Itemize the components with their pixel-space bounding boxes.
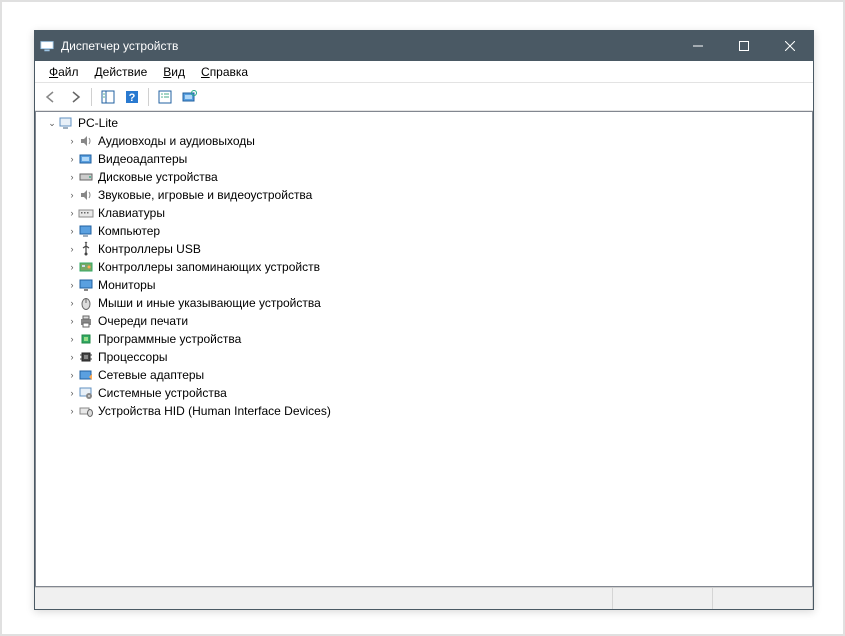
tree-category[interactable]: › Процессоры xyxy=(40,348,812,366)
chevron-right-icon[interactable]: › xyxy=(66,154,78,164)
storage-controller-icon xyxy=(78,259,94,275)
titlebar[interactable]: Диспетчер устройств xyxy=(35,31,813,61)
tree-category-label: Мыши и иные указывающие устройства xyxy=(98,296,321,310)
tree-category[interactable]: › Устройства HID (Human Interface Devices… xyxy=(40,402,812,420)
chevron-right-icon[interactable]: › xyxy=(66,388,78,398)
chevron-right-icon[interactable]: › xyxy=(66,406,78,416)
svg-text:?: ? xyxy=(129,92,136,104)
minimize-button[interactable] xyxy=(675,31,721,61)
pc-icon xyxy=(78,223,94,239)
tree-root-label: PC-Lite xyxy=(78,116,118,130)
device-manager-window: Диспетчер устройств Файл Действие Вид Сп… xyxy=(34,30,814,610)
chevron-right-icon[interactable]: › xyxy=(66,370,78,380)
chevron-right-icon[interactable]: › xyxy=(66,280,78,290)
status-cell xyxy=(713,588,813,609)
tree-category[interactable]: › Системные устройства xyxy=(40,384,812,402)
tree-category-label: Системные устройства xyxy=(98,386,227,400)
chevron-right-icon[interactable]: › xyxy=(66,172,78,182)
toolbar: ? xyxy=(35,83,813,111)
tree-category[interactable]: › Видеоадаптеры xyxy=(40,150,812,168)
chevron-right-icon[interactable]: › xyxy=(66,316,78,326)
tree-category-label: Звуковые, игровые и видеоустройства xyxy=(98,188,312,202)
tree-category-label: Сетевые адаптеры xyxy=(98,368,204,382)
show-hide-tree-button[interactable] xyxy=(96,86,120,108)
tree-category-label: Устройства HID (Human Interface Devices) xyxy=(98,404,331,418)
scan-hardware-button[interactable] xyxy=(177,86,201,108)
display-adapter-icon xyxy=(78,151,94,167)
tree-category[interactable]: › Контроллеры запоминающих устройств xyxy=(40,258,812,276)
cpu-icon xyxy=(78,349,94,365)
usb-icon xyxy=(78,241,94,257)
tree-category-label: Мониторы xyxy=(98,278,155,292)
menu-file[interactable]: Файл xyxy=(41,63,87,81)
tree-category[interactable]: › Очереди печати xyxy=(40,312,812,330)
back-button[interactable] xyxy=(39,86,63,108)
mouse-icon xyxy=(78,295,94,311)
toolbar-separator xyxy=(91,88,92,106)
menu-action[interactable]: Действие xyxy=(87,63,156,81)
tree-root[interactable]: ⌄ PC-Lite xyxy=(40,114,812,132)
device-tree: ⌄PC-Lite›Аудиовходы и аудиовыходы›Видеоа… xyxy=(36,112,812,422)
tree-category-label: Аудиовходы и аудиовыходы xyxy=(98,134,255,148)
tree-category[interactable]: › Компьютер xyxy=(40,222,812,240)
monitor-icon xyxy=(78,277,94,293)
tree-category-label: Очереди печати xyxy=(98,314,188,328)
status-cell xyxy=(35,588,613,609)
chevron-right-icon[interactable]: › xyxy=(66,208,78,218)
statusbar xyxy=(35,587,813,609)
tree-category[interactable]: › Контроллеры USB xyxy=(40,240,812,258)
chevron-right-icon[interactable]: › xyxy=(66,244,78,254)
network-icon xyxy=(78,367,94,383)
tree-category[interactable]: › Мониторы xyxy=(40,276,812,294)
app-icon xyxy=(35,39,59,53)
computer-icon xyxy=(58,115,74,131)
status-cell xyxy=(613,588,713,609)
menu-help[interactable]: Справка xyxy=(193,63,256,81)
chevron-down-icon[interactable]: ⌄ xyxy=(46,118,58,129)
sound-icon xyxy=(78,187,94,203)
chevron-right-icon[interactable]: › xyxy=(66,298,78,308)
tree-category-label: Процессоры xyxy=(98,350,168,364)
properties-button[interactable] xyxy=(153,86,177,108)
tree-category[interactable]: › Аудиовходы и аудиовыходы xyxy=(40,132,812,150)
tree-category-label: Контроллеры запоминающих устройств xyxy=(98,260,320,274)
menu-view[interactable]: Вид xyxy=(155,63,193,81)
toolbar-separator xyxy=(148,88,149,106)
chevron-right-icon[interactable]: › xyxy=(66,262,78,272)
chevron-right-icon[interactable]: › xyxy=(66,334,78,344)
audio-icon xyxy=(78,133,94,149)
tree-category-label: Видеоадаптеры xyxy=(98,152,187,166)
menubar: Файл Действие Вид Справка xyxy=(35,61,813,83)
tree-category[interactable]: › Сетевые адаптеры xyxy=(40,366,812,384)
tree-category-label: Клавиатуры xyxy=(98,206,165,220)
keyboard-icon xyxy=(78,205,94,221)
close-button[interactable] xyxy=(767,31,813,61)
window-title: Диспетчер устройств xyxy=(59,39,675,53)
hid-icon xyxy=(78,403,94,419)
maximize-button[interactable] xyxy=(721,31,767,61)
tree-category[interactable]: › Программные устройства xyxy=(40,330,812,348)
tree-category-label: Программные устройства xyxy=(98,332,241,346)
tree-category-label: Компьютер xyxy=(98,224,160,238)
device-tree-panel[interactable]: ⌄PC-Lite›Аудиовходы и аудиовыходы›Видеоа… xyxy=(35,111,813,587)
tree-category[interactable]: › Звуковые, игровые и видеоустройства xyxy=(40,186,812,204)
system-device-icon xyxy=(78,385,94,401)
software-device-icon xyxy=(78,331,94,347)
tree-category[interactable]: › Клавиатуры xyxy=(40,204,812,222)
forward-button[interactable] xyxy=(63,86,87,108)
tree-category-label: Контроллеры USB xyxy=(98,242,201,256)
disk-icon xyxy=(78,169,94,185)
tree-category[interactable]: › Мыши и иные указывающие устройства xyxy=(40,294,812,312)
chevron-right-icon[interactable]: › xyxy=(66,136,78,146)
chevron-right-icon[interactable]: › xyxy=(66,352,78,362)
chevron-right-icon[interactable]: › xyxy=(66,226,78,236)
tree-category[interactable]: › Дисковые устройства xyxy=(40,168,812,186)
help-button[interactable]: ? xyxy=(120,86,144,108)
window-controls xyxy=(675,31,813,61)
printer-icon xyxy=(78,313,94,329)
chevron-right-icon[interactable]: › xyxy=(66,190,78,200)
tree-category-label: Дисковые устройства xyxy=(98,170,218,184)
